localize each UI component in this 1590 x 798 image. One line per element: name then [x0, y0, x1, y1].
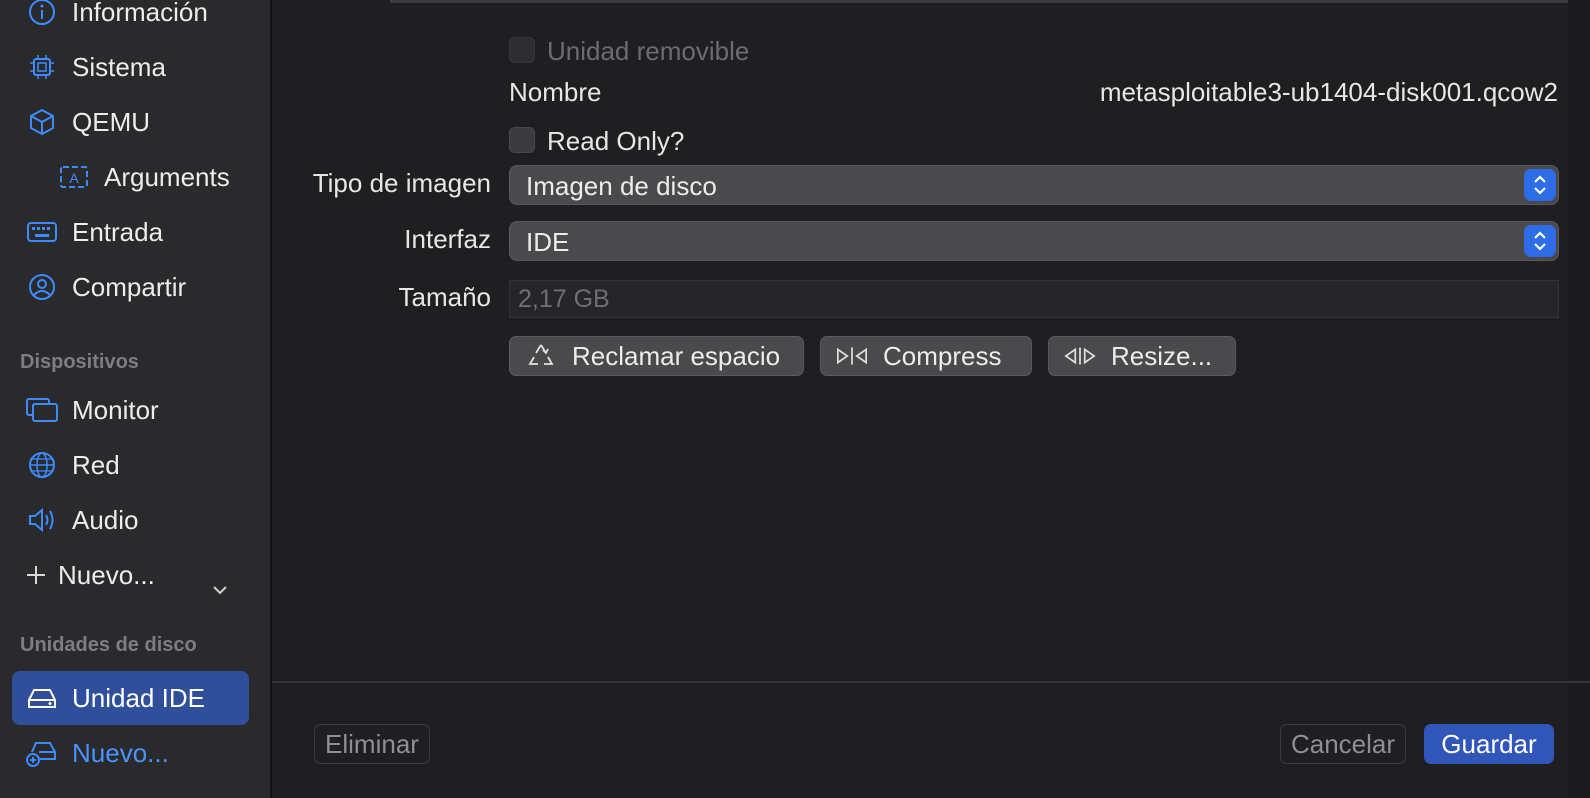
compress-label: Compress	[883, 340, 1002, 371]
interface-popup[interactable]: IDE	[509, 221, 1559, 261]
sidebar-item-label: Monitor	[72, 394, 159, 425]
sidebar-item-label: Arguments	[104, 161, 230, 192]
sidebar-item-sistema[interactable]: Sistema	[22, 45, 166, 89]
delete-label: Eliminar	[325, 728, 419, 759]
compress-icon	[835, 341, 869, 371]
image-type-value: Imagen de disco	[526, 171, 717, 201]
size-field: 2,17 GB	[509, 280, 1559, 318]
plus-icon	[22, 559, 50, 591]
sidebar-item-label: QEMU	[72, 106, 150, 137]
sidebar-item-unidad-ide[interactable]: Unidad IDE	[22, 676, 205, 720]
cancel-label: Cancelar	[1290, 728, 1396, 759]
sidebar-item-label: Audio	[72, 504, 139, 535]
sidebar-item-entrada[interactable]: Entrada	[22, 210, 163, 254]
sidebar: Información Sistema QEMU A Arguments Ent…	[0, 0, 272, 798]
sidebar-item-label: Compartir	[72, 271, 187, 302]
new-device-button[interactable]: Nuevo...	[22, 553, 155, 597]
devices-section-header: Dispositivos	[20, 351, 139, 373]
window-right-edge	[1568, 0, 1590, 798]
removable-checkbox[interactable]	[509, 37, 535, 63]
readonly-checkbox[interactable]	[509, 127, 535, 153]
new-drive-button[interactable]: Nuevo...	[22, 731, 169, 775]
sidebar-item-qemu[interactable]: QEMU	[22, 100, 150, 144]
reclaim-label: Reclamar espacio	[572, 340, 781, 371]
display-icon	[22, 394, 62, 426]
resize-button[interactable]: Resize...	[1048, 336, 1236, 376]
name-label: Nombre	[509, 77, 602, 107]
person-circle-icon	[22, 271, 62, 303]
window-top-edge	[390, 0, 1590, 3]
image-type-popup[interactable]: Imagen de disco	[509, 165, 1559, 205]
info-icon	[22, 0, 62, 28]
sidebar-item-red[interactable]: Red	[22, 443, 120, 487]
footer-divider	[272, 681, 1590, 683]
cube-icon	[22, 106, 62, 138]
interface-label: Interfaz	[404, 224, 491, 254]
cancel-button[interactable]: Cancelar	[1280, 724, 1406, 764]
size-value: 2,17 GB	[518, 285, 610, 313]
drive-icon	[22, 682, 62, 714]
recycle-icon	[524, 341, 558, 371]
main-panel	[272, 0, 1590, 798]
new-drive-label: Nuevo...	[72, 737, 169, 768]
sidebar-item-label: Información	[72, 0, 208, 27]
save-button[interactable]: Guardar	[1424, 724, 1554, 764]
resize-label: Resize...	[1111, 340, 1213, 371]
add-drive-icon	[22, 737, 62, 769]
up-down-arrows-icon	[1524, 225, 1556, 257]
drives-section-header: Unidades de disco	[20, 634, 197, 656]
readonly-label: Read Only?	[547, 126, 685, 156]
name-value: metasploitable3-ub1404-disk001.qcow2	[1099, 77, 1558, 107]
sidebar-item-label: Unidad IDE	[72, 682, 205, 713]
chevron-down-icon[interactable]	[212, 573, 228, 604]
chip-icon	[22, 51, 62, 83]
speaker-icon	[22, 504, 62, 536]
compress-button[interactable]: Compress	[820, 336, 1032, 376]
globe-icon	[22, 449, 62, 481]
keyboard-icon	[22, 216, 62, 248]
reclaim-space-button[interactable]: Reclamar espacio	[509, 336, 804, 376]
sidebar-item-audio[interactable]: Audio	[22, 498, 139, 542]
delete-button[interactable]: Eliminar	[314, 724, 430, 764]
text-box-icon: A	[54, 161, 94, 193]
interface-value: IDE	[526, 227, 570, 257]
svg-text:A: A	[69, 170, 79, 186]
save-label: Guardar	[1441, 728, 1537, 759]
removable-label: Unidad removible	[547, 36, 750, 66]
image-type-label: Tipo de imagen	[312, 168, 491, 198]
sidebar-item-arguments[interactable]: A Arguments	[54, 155, 230, 199]
up-down-arrows-icon	[1524, 169, 1556, 201]
new-device-label: Nuevo...	[58, 559, 155, 590]
sidebar-item-informacion[interactable]: Información	[22, 0, 208, 34]
resize-icon	[1063, 341, 1097, 371]
sidebar-item-label: Red	[72, 449, 120, 480]
sidebar-item-compartir[interactable]: Compartir	[22, 265, 186, 309]
size-label: Tamaño	[398, 282, 492, 312]
sidebar-item-label: Sistema	[72, 51, 166, 82]
sidebar-item-monitor[interactable]: Monitor	[22, 388, 159, 432]
sidebar-item-label: Entrada	[72, 216, 164, 247]
